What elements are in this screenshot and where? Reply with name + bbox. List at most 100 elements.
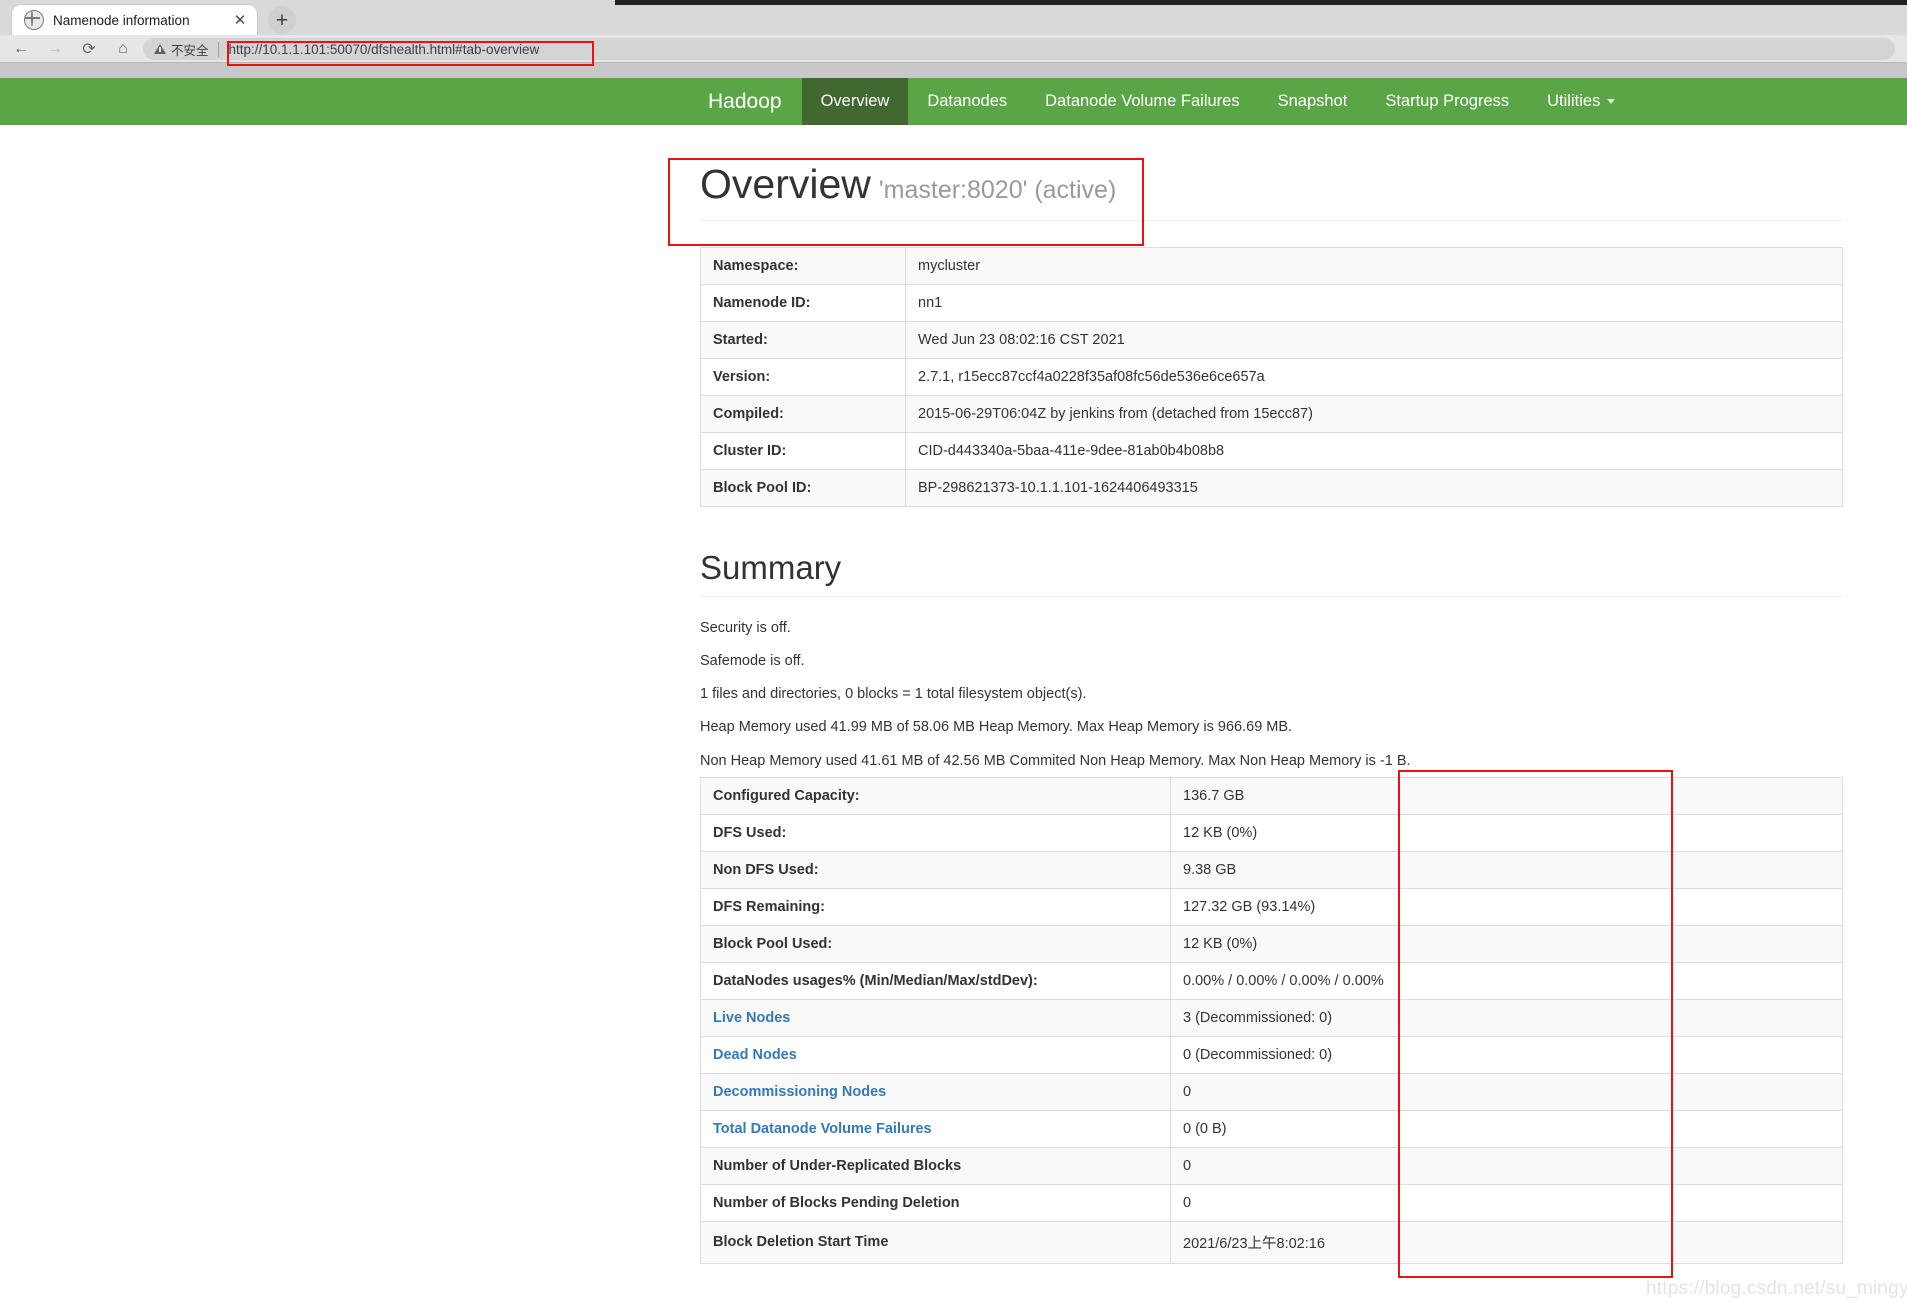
dead-nodes-link[interactable]: Dead Nodes: [713, 1047, 797, 1063]
row-key: DFS Remaining:: [700, 887, 1171, 926]
row-key: Configured Capacity:: [700, 776, 1171, 815]
security-status[interactable]: 不安全: [143, 38, 218, 60]
summary-heading: Summary: [700, 549, 1842, 598]
home-icon[interactable]: ⌂: [110, 36, 136, 62]
back-icon[interactable]: ←: [8, 36, 34, 62]
nav-item-overview[interactable]: Overview: [801, 78, 909, 125]
navbar-brand[interactable]: Hadoop: [688, 78, 802, 125]
url-text: http://10.1.1.101:50070/dfshealth.html#t…: [228, 41, 540, 57]
table-row: Live Nodes 3 (Decommissioned: 0): [700, 998, 1843, 1037]
reload-icon[interactable]: ⟳: [76, 36, 102, 62]
row-key-link[interactable]: Total Datanode Volume Failures: [700, 1109, 1171, 1148]
overview-table: Namespace: mycluster Namenode ID: nn1 St…: [700, 247, 1843, 508]
row-key: DFS Used:: [700, 813, 1171, 852]
table-row: Non DFS Used: 9.38 GB: [700, 850, 1843, 889]
row-key: Non DFS Used:: [700, 850, 1171, 889]
table-row: Started: Wed Jun 23 08:02:16 CST 2021: [700, 321, 1843, 360]
summary-line: Non Heap Memory used 41.61 MB of 42.56 M…: [700, 752, 1411, 769]
tab-title: Namenode information: [53, 12, 190, 28]
table-row: Cluster ID: CID-d443340a-5baa-411e-9dee-…: [700, 432, 1843, 471]
summary-table: Configured Capacity: 136.7 GB DFS Used: …: [700, 776, 1843, 1264]
table-row: Number of Under-Replicated Blocks 0: [700, 1146, 1843, 1185]
summary-line: 1 files and directories, 0 blocks = 1 to…: [700, 686, 1087, 703]
live-nodes-link[interactable]: Live Nodes: [713, 1010, 790, 1026]
row-key-link[interactable]: Live Nodes: [700, 998, 1171, 1037]
row-value: 2.7.1, r15ecc87ccf4a0228f35af08fc56de536…: [905, 358, 1843, 397]
row-key: Block Pool Used:: [700, 924, 1171, 963]
summary-line: Heap Memory used 41.99 MB of 58.06 MB He…: [700, 719, 1293, 736]
row-value: 0: [1170, 1146, 1843, 1185]
table-row: Decommissioning Nodes 0: [700, 1072, 1843, 1111]
row-value: 2015-06-29T06:04Z by jenkins from (detac…: [905, 395, 1843, 434]
table-row: Compiled: 2015-06-29T06:04Z by jenkins f…: [700, 395, 1843, 434]
summary-line: Safemode is off.: [700, 653, 805, 670]
row-value: 0: [1170, 1183, 1843, 1222]
table-row: Block Deletion Start Time 2021/6/23上午8:0…: [700, 1220, 1843, 1264]
row-value: BP-298621373-10.1.1.101-1624406493315: [905, 469, 1843, 508]
content-container: Overview'master:8020' (active) Namespace…: [700, 125, 1843, 1264]
nav-item-datanodes[interactable]: Datanodes: [908, 78, 1026, 125]
row-key: Version:: [700, 358, 906, 397]
table-row: Configured Capacity: 136.7 GB: [700, 776, 1843, 815]
page-title-subtitle: 'master:8020' (active): [878, 176, 1117, 204]
table-row: Block Pool ID: BP-298621373-10.1.1.101-1…: [700, 469, 1843, 508]
row-value: mycluster: [905, 247, 1843, 286]
row-key: Started:: [700, 321, 906, 360]
row-value: 136.7 GB: [1170, 776, 1843, 815]
row-key-link[interactable]: Decommissioning Nodes: [700, 1072, 1171, 1111]
watermark: https://blog.csdn.net/su_mingyang: [1646, 1278, 1907, 1299]
chevron-down-icon: [1607, 99, 1616, 104]
page-title: Overview'master:8020' (active): [700, 161, 1842, 207]
row-key: Number of Blocks Pending Deletion: [700, 1183, 1171, 1222]
warning-triangle-icon: [154, 44, 166, 54]
decommissioning-nodes-link[interactable]: Decommissioning Nodes: [713, 1084, 886, 1100]
row-key: Compiled:: [700, 395, 906, 434]
table-row: Dead Nodes 0 (Decommissioned: 0): [700, 1035, 1843, 1074]
total-datanode-volume-failures-link[interactable]: Total Datanode Volume Failures: [713, 1121, 932, 1137]
row-key: Namespace:: [700, 247, 906, 286]
new-tab-button[interactable]: +: [268, 6, 296, 34]
table-row: Version: 2.7.1, r15ecc87ccf4a0228f35af08…: [700, 358, 1843, 397]
row-key-link[interactable]: Dead Nodes: [700, 1035, 1171, 1074]
nav-item-startup-progress[interactable]: Startup Progress: [1366, 78, 1528, 125]
row-key: Block Deletion Start Time: [700, 1220, 1171, 1264]
row-value: 0 (0 B): [1170, 1109, 1843, 1148]
row-key: Namenode ID:: [700, 284, 906, 323]
table-row: Number of Blocks Pending Deletion 0: [700, 1183, 1843, 1222]
browser-tab[interactable]: Namenode information ✕: [12, 5, 257, 35]
row-value: 127.32 GB (93.14%): [1170, 887, 1843, 926]
security-status-label: 不安全: [171, 43, 209, 58]
row-value: 3 (Decommissioned: 0): [1170, 998, 1843, 1037]
table-row: Namespace: mycluster: [700, 247, 1843, 286]
table-row: Namenode ID: nn1: [700, 284, 1843, 323]
chrome-bottom-pad: [0, 63, 1907, 78]
row-key: Cluster ID:: [700, 432, 906, 471]
table-row: DFS Remaining: 127.32 GB (93.14%): [700, 887, 1843, 926]
close-icon[interactable]: ✕: [229, 9, 251, 31]
hadoop-navbar: Hadoop Overview Datanodes Datanode Volum…: [0, 78, 1907, 125]
row-key: Block Pool ID:: [700, 469, 906, 508]
tabstrip-dark-region: [615, 0, 1907, 5]
nav-item-snapshot[interactable]: Snapshot: [1259, 78, 1367, 125]
table-row: Block Pool Used: 12 KB (0%): [700, 924, 1843, 963]
row-value: CID-d443340a-5baa-411e-9dee-81ab0b4b08b8: [905, 432, 1843, 471]
page-title-block: Overview'master:8020' (active): [700, 125, 1842, 222]
nav-item-utilities-label: Utilities: [1547, 92, 1601, 110]
row-value: 9.38 GB: [1170, 850, 1843, 889]
nav-item-datanode-volume-failures[interactable]: Datanode Volume Failures: [1026, 78, 1258, 125]
page-title-text: Overview: [700, 161, 871, 207]
table-row: Total Datanode Volume Failures 0 (0 B): [700, 1109, 1843, 1148]
row-key: Number of Under-Replicated Blocks: [700, 1146, 1171, 1185]
summary-text-block: Security is off. Safemode is off. 1 file…: [700, 597, 1842, 777]
row-value: 0.00% / 0.00% / 0.00% / 0.00%: [1170, 961, 1843, 1000]
page-content: Overview'master:8020' (active) Namespace…: [0, 125, 1907, 1264]
row-value: nn1: [905, 284, 1843, 323]
row-value: 0: [1170, 1072, 1843, 1111]
nav-item-utilities[interactable]: Utilities: [1528, 78, 1634, 125]
globe-icon: [24, 10, 44, 30]
summary-line: Security is off.: [700, 620, 791, 637]
address-bar[interactable]: 不安全 http://10.1.1.101:50070/dfshealth.ht…: [143, 38, 1895, 60]
table-row: DFS Used: 12 KB (0%): [700, 813, 1843, 852]
forward-icon[interactable]: →: [42, 36, 68, 62]
table-row: DataNodes usages% (Min/Median/Max/stdDev…: [700, 961, 1843, 1000]
